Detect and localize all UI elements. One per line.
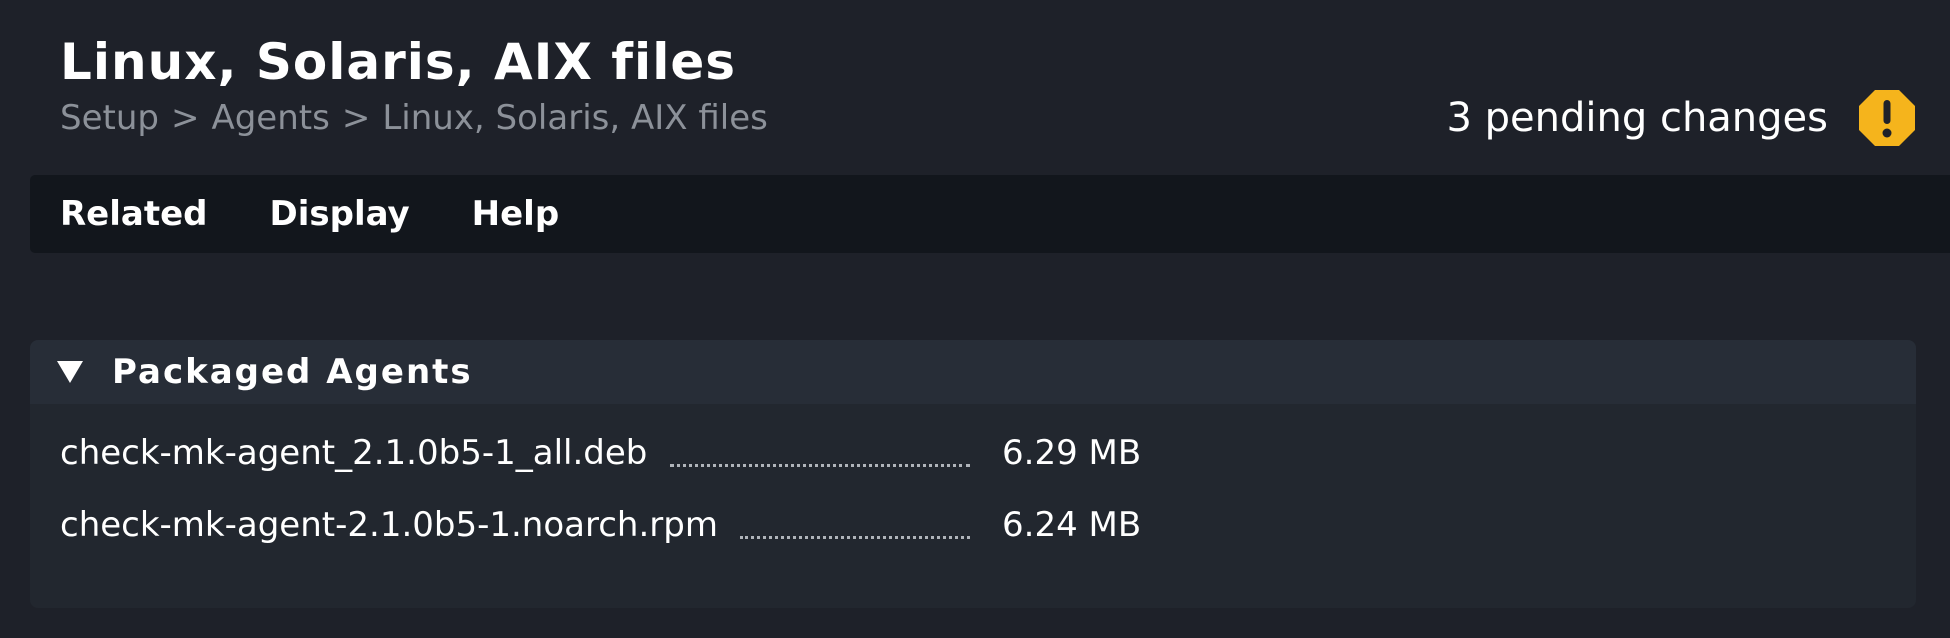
menu-item-display[interactable]: Display bbox=[270, 194, 410, 234]
packaged-agents-panel: Packaged Agents check-mk-agent_2.1.0b5-1… bbox=[30, 340, 1916, 608]
file-link-deb[interactable]: check-mk-agent_2.1.0b5-1_all.deb bbox=[60, 433, 647, 473]
pending-changes-label[interactable]: 3 pending changes bbox=[1446, 95, 1828, 141]
menu-item-related[interactable]: Related bbox=[60, 194, 208, 234]
breadcrumb-separator: > bbox=[341, 98, 371, 138]
packaged-agents-title: Packaged Agents bbox=[112, 352, 473, 392]
menu-item-help[interactable]: Help bbox=[472, 194, 560, 234]
triangle-down-icon[interactable] bbox=[56, 359, 84, 385]
file-row: check-mk-agent_2.1.0b5-1_all.deb bbox=[60, 429, 647, 477]
packaged-agents-header[interactable]: Packaged Agents bbox=[30, 340, 1916, 404]
file-size: 6.24 MB bbox=[1002, 505, 1142, 545]
dotted-leader bbox=[670, 419, 970, 467]
pending-changes[interactable]: 3 pending changes bbox=[1446, 86, 1950, 150]
page-title: Linux, Solaris, AIX files bbox=[60, 33, 737, 91]
file-size: 6.29 MB bbox=[1002, 433, 1142, 473]
file-row: check-mk-agent-2.1.0b5-1.noarch.rpm bbox=[60, 501, 718, 549]
breadcrumb-item-current[interactable]: Linux, Solaris, AIX files bbox=[382, 96, 768, 140]
breadcrumb-item-setup[interactable]: Setup bbox=[60, 96, 159, 140]
breadcrumb-item-agents[interactable]: Agents bbox=[211, 96, 329, 140]
menu-bar: Related Display Help bbox=[30, 175, 1950, 253]
breadcrumb-separator: > bbox=[170, 98, 200, 138]
file-link-rpm[interactable]: check-mk-agent-2.1.0b5-1.noarch.rpm bbox=[60, 505, 718, 545]
breadcrumb: Setup > Agents > Linux, Solaris, AIX fil… bbox=[60, 96, 768, 140]
warning-octagon-icon[interactable] bbox=[1858, 89, 1916, 147]
dotted-leader bbox=[740, 491, 970, 539]
